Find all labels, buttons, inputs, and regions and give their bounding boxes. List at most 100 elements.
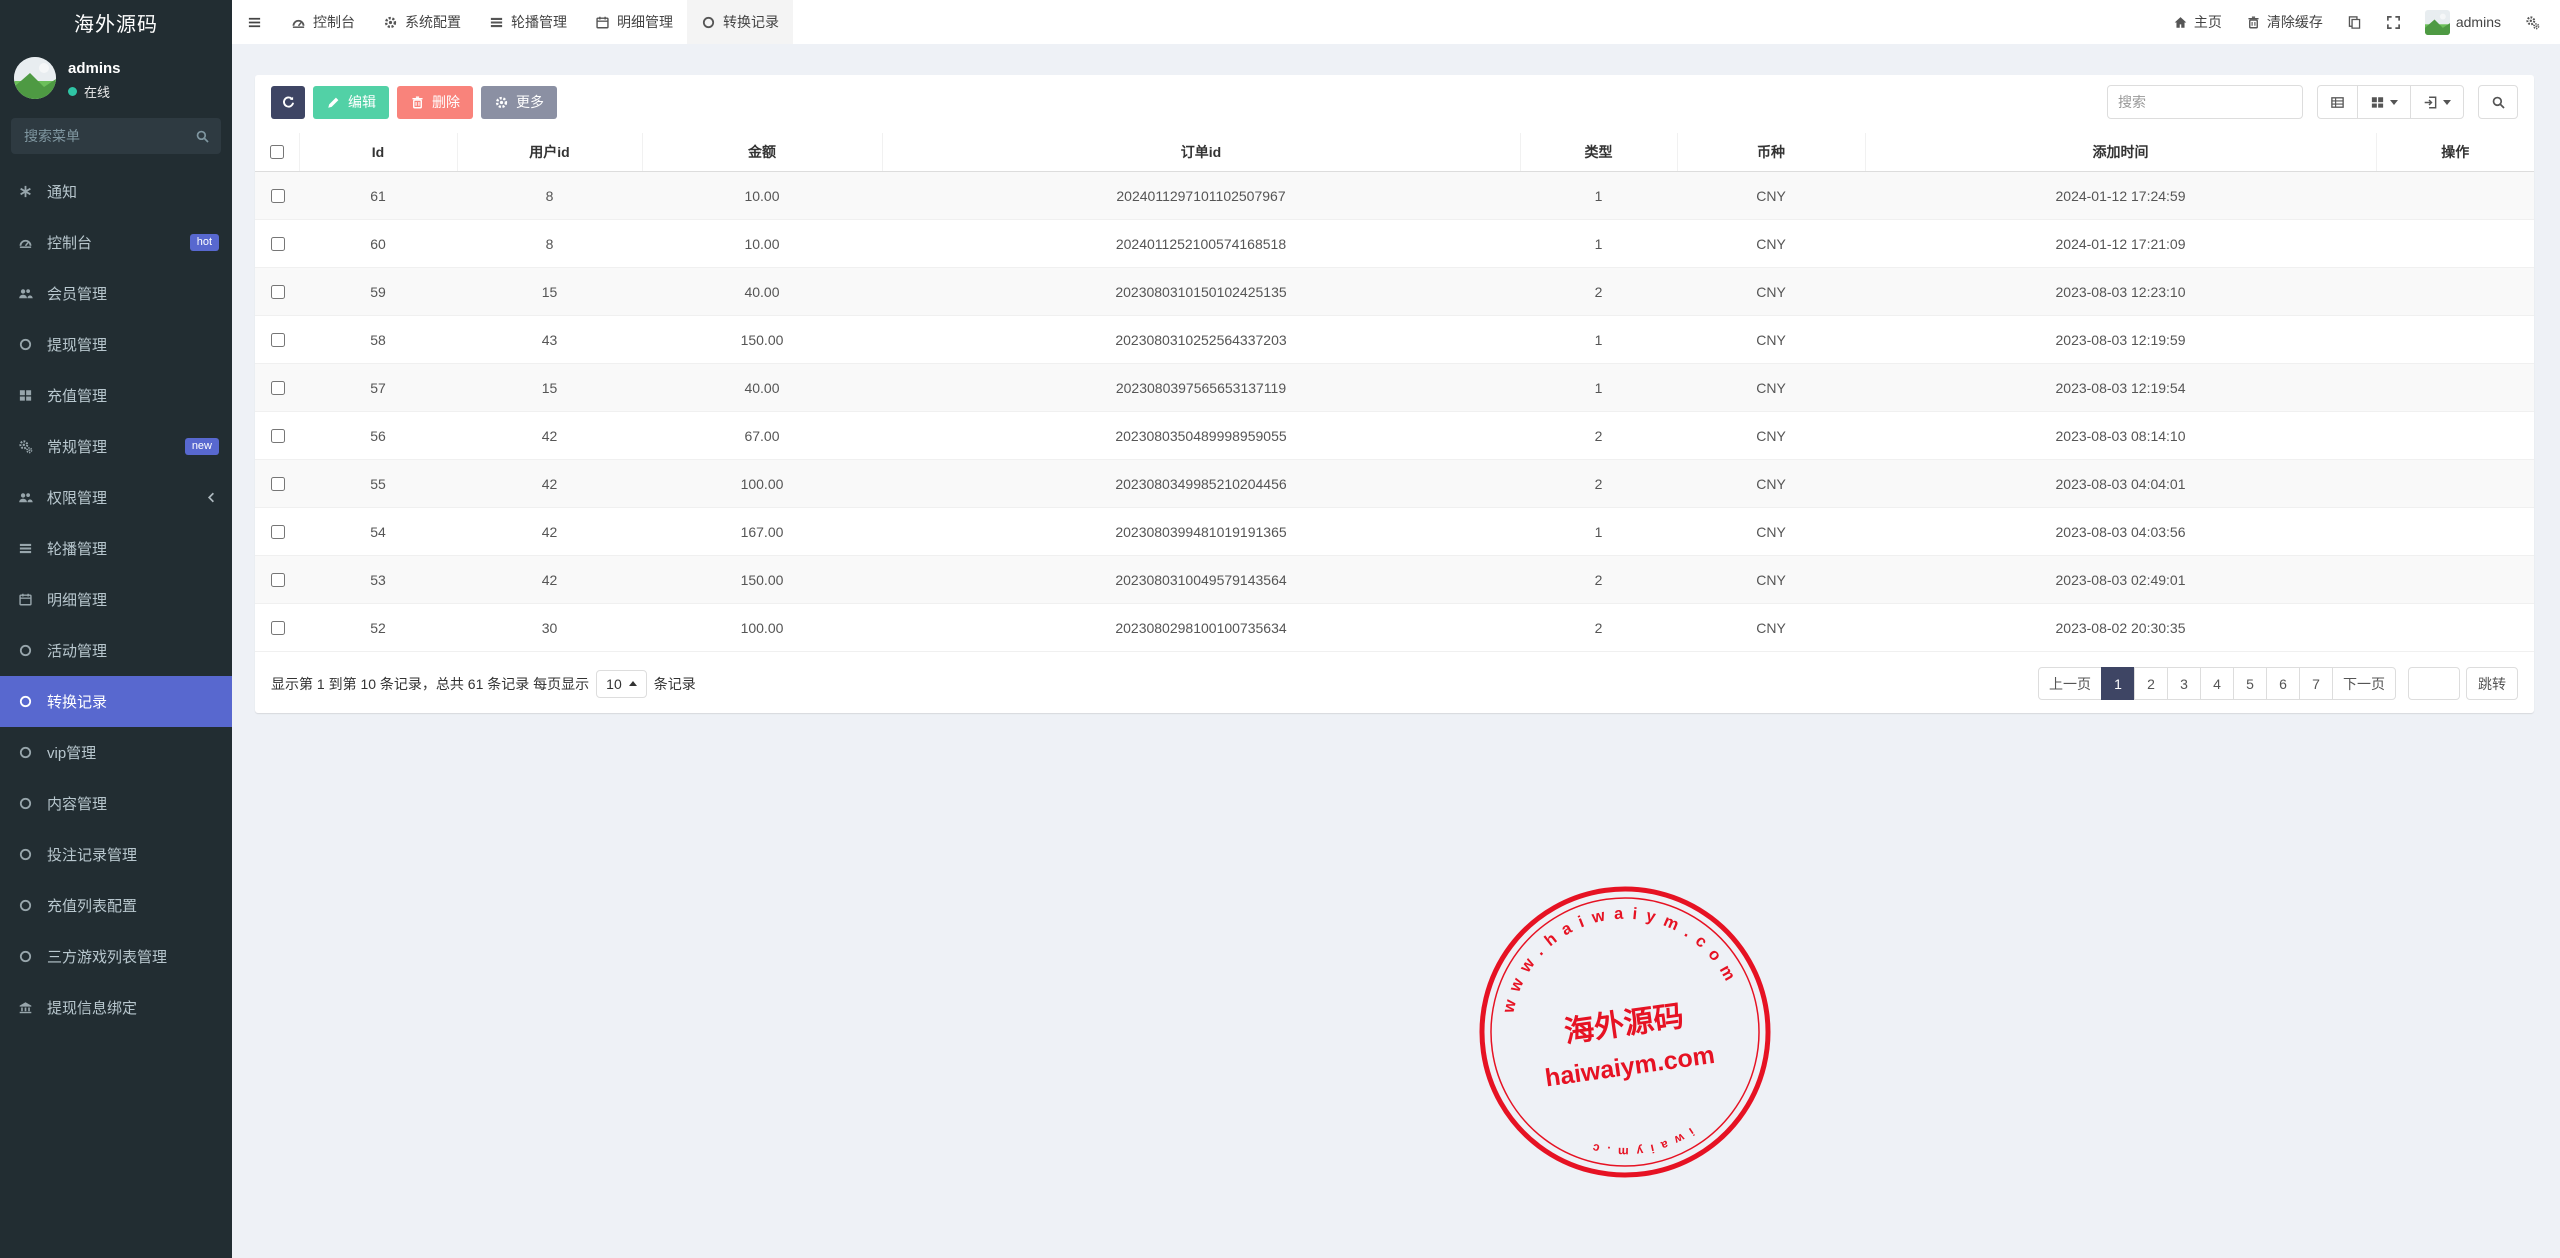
column-header-time[interactable]: 添加时间 [1865,133,2376,172]
more-button[interactable]: 更多 [481,86,557,119]
row-checkbox[interactable] [271,333,285,347]
cell-id: 56 [299,412,457,460]
home-icon [2173,15,2188,30]
next-page-button[interactable]: 下一页 [2332,667,2396,700]
sidebar-search [11,118,221,154]
avatar [14,57,56,99]
detail-view-button[interactable] [2317,85,2358,119]
column-header-amount[interactable]: 金额 [642,133,882,172]
sidebar-item-9[interactable]: 明细管理 [0,574,232,625]
cell-time: 2023-08-03 04:04:01 [1865,460,2376,508]
sidebar-item-7[interactable]: 权限管理 [0,472,232,523]
pagination-summary: 显示第 1 到第 10 条记录，总共 61 条记录 每页显示 [271,674,589,694]
sidebar-item-6[interactable]: 常规管理 new [0,421,232,472]
cell-time: 2024-01-12 17:21:09 [1865,220,2376,268]
column-header-id[interactable]: Id [299,133,457,172]
cell-uid: 42 [457,556,642,604]
avatar [2425,10,2450,35]
sidebar-item-1[interactable]: 通知 [0,166,232,217]
row-checkbox[interactable] [271,429,285,443]
column-header-type[interactable]: 类型 [1520,133,1677,172]
select-all-checkbox[interactable] [270,145,284,159]
cell-amount: 10.00 [642,172,882,220]
nav-tab-3[interactable]: 轮播管理 [475,0,581,44]
export-button[interactable] [2410,85,2464,119]
circle-icon [16,643,35,658]
page-size-select[interactable]: 10 [596,670,647,698]
page-button-7[interactable]: 7 [2299,667,2333,700]
row-checkbox[interactable] [271,621,285,635]
row-checkbox[interactable] [271,189,285,203]
caret-up-icon [629,681,637,686]
table-search-input[interactable] [2107,85,2303,119]
page-button-6[interactable]: 6 [2266,667,2300,700]
sidebar-item-10[interactable]: 活动管理 [0,625,232,676]
page-button-4[interactable]: 4 [2200,667,2234,700]
pages-button[interactable] [2335,0,2374,44]
refresh-button[interactable] [271,86,305,119]
sidebar-item-4[interactable]: 提现管理 [0,319,232,370]
sidebar-item-2[interactable]: 控制台 hot [0,217,232,268]
sidebar-item-17[interactable]: 提现信息绑定 [0,982,232,1033]
sidebar-item-15[interactable]: 充值列表配置 [0,880,232,931]
columns-button[interactable] [2357,85,2411,119]
row-checkbox[interactable] [271,477,285,491]
nav-tabs: 控制台 系统配置 轮播管理 明细管理 转换记录 [277,0,793,44]
row-checkbox[interactable] [271,573,285,587]
cell-actions [2376,316,2534,364]
nav-tab-4[interactable]: 明细管理 [581,0,687,44]
cell-id: 54 [299,508,457,556]
jump-page-input[interactable] [2408,667,2460,700]
jump-button[interactable]: 跳转 [2466,667,2518,700]
page-button-5[interactable]: 5 [2233,667,2267,700]
sidebar-item-12[interactable]: vip管理 [0,727,232,778]
sidebar-item-8[interactable]: 轮播管理 [0,523,232,574]
page-button-1[interactable]: 1 [2101,667,2135,700]
settings-button[interactable] [2513,0,2552,44]
search-icon[interactable] [195,129,210,144]
sidebar-item-5[interactable]: 充值管理 [0,370,232,421]
column-header-order[interactable]: 订单id [882,133,1520,172]
page-button-2[interactable]: 2 [2134,667,2168,700]
user-menu[interactable]: admins [2413,0,2513,44]
delete-button[interactable]: 删除 [397,86,473,119]
page-button-3[interactable]: 3 [2167,667,2201,700]
hamburger-icon[interactable] [232,0,277,44]
sidebar-item-14[interactable]: 投注记录管理 [0,829,232,880]
nav-tab-2[interactable]: 系统配置 [369,0,475,44]
cell-time: 2023-08-03 04:03:56 [1865,508,2376,556]
cell-amount: 40.00 [642,364,882,412]
nav-tab-5[interactable]: 转换记录 [687,0,793,44]
cell-type: 1 [1520,508,1677,556]
sidebar-menu: 通知 控制台 hot 会员管理 提现管理 充值管理 常规管理 new 权限管理 … [0,166,232,1033]
table-row: 55 42 100.00 2023080349985210204456 2 CN… [255,460,2534,508]
search-button[interactable] [2478,85,2518,119]
edit-button[interactable]: 编辑 [313,86,389,119]
row-checkbox[interactable] [271,381,285,395]
users-icon [16,490,35,505]
cell-currency: CNY [1677,460,1865,508]
row-checkbox[interactable] [271,525,285,539]
cell-type: 2 [1520,412,1677,460]
row-checkbox[interactable] [271,237,285,251]
sidebar-item-3[interactable]: 会员管理 [0,268,232,319]
cell-amount: 150.00 [642,556,882,604]
column-header-currency[interactable]: 币种 [1677,133,1865,172]
home-link[interactable]: 主页 [2161,0,2234,44]
table-row: 59 15 40.00 2023080310150102425135 2 CNY… [255,268,2534,316]
cell-uid: 30 [457,604,642,652]
sidebar-item-16[interactable]: 三方游戏列表管理 [0,931,232,982]
cell-uid: 8 [457,172,642,220]
sidebar: 海外源码 admins 在线 通知 控制台 hot 会员管理 提现管理 [0,0,232,1258]
prev-page-button[interactable]: 上一页 [2038,667,2102,700]
sidebar-item-11[interactable]: 转换记录 [0,676,232,727]
column-header-uid[interactable]: 用户id [457,133,642,172]
sidebar-item-13[interactable]: 内容管理 [0,778,232,829]
nav-tab-1[interactable]: 控制台 [277,0,369,44]
fullscreen-button[interactable] [2374,0,2413,44]
row-checkbox[interactable] [271,285,285,299]
sidebar-search-input[interactable] [22,127,195,145]
clear-cache-link[interactable]: 清除缓存 [2234,0,2335,44]
cell-time: 2023-08-03 02:49:01 [1865,556,2376,604]
cell-id: 55 [299,460,457,508]
